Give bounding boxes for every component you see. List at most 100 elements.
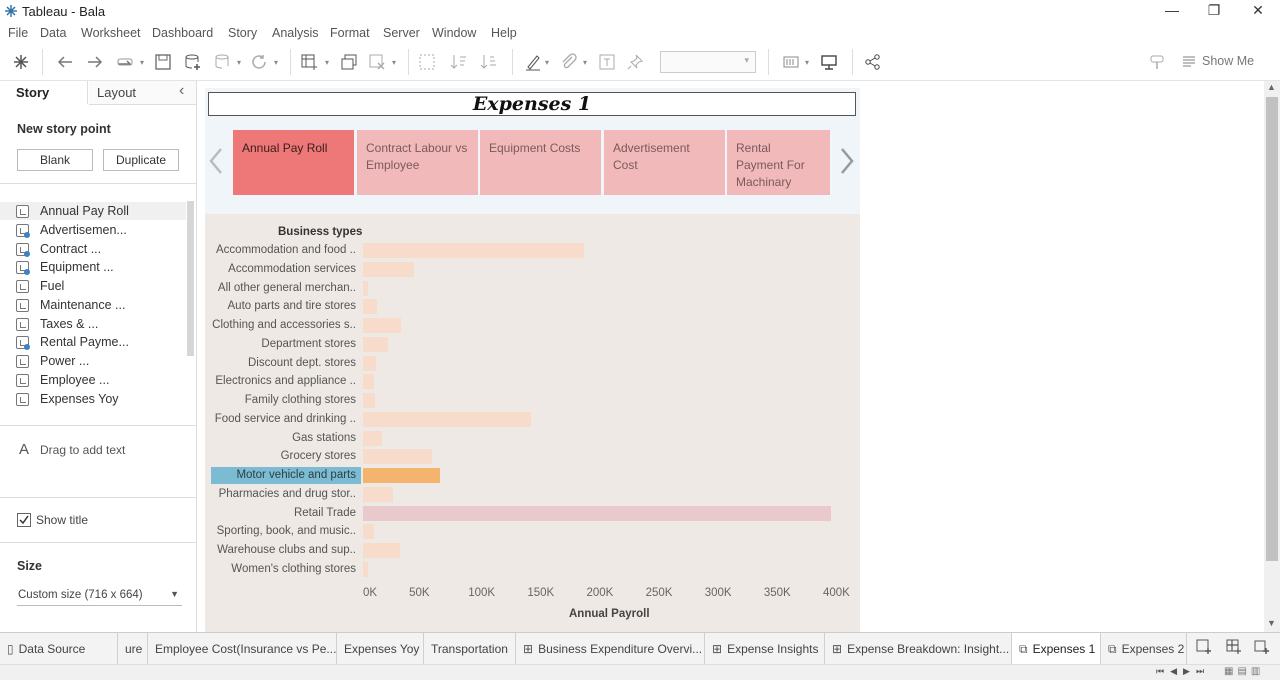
menu-server[interactable]: Server	[383, 26, 420, 40]
story-point-1[interactable]: Annual Pay Roll	[233, 130, 354, 195]
fit-dropdown[interactable]: ▾	[660, 51, 756, 73]
new-datasource-icon[interactable]	[184, 53, 202, 71]
sheet-tab[interactable]: Employee Cost(Insurance vs Pe...	[148, 633, 337, 665]
new-story-tab-icon[interactable]	[1254, 639, 1270, 655]
vertical-scrollbar[interactable]: ▲ ▼	[1264, 81, 1280, 632]
menu-worksheet[interactable]: Worksheet	[81, 26, 141, 40]
sheet-list-item[interactable]: Equipment ...	[16, 259, 186, 277]
swap-rows-cols-icon[interactable]	[418, 53, 436, 71]
bar[interactable]	[363, 243, 585, 258]
bar[interactable]	[363, 505, 832, 521]
undo-icon[interactable]	[56, 53, 74, 71]
share-icon[interactable]	[864, 53, 882, 71]
category-label[interactable]: Accommodation and food ..	[216, 244, 356, 256]
scrollbar-thumb[interactable]	[1266, 97, 1278, 561]
category-label[interactable]: Warehouse clubs and sup..	[217, 544, 356, 556]
minimize-button[interactable]: —	[1152, 1, 1192, 21]
sheet-list-item[interactable]: Advertisemen...	[16, 222, 186, 240]
bar[interactable]	[363, 393, 375, 408]
bar[interactable]	[363, 449, 432, 465]
category-label[interactable]: Pharmacies and drug stor..	[219, 488, 356, 500]
story-point-5[interactable]: Rental Payment For Machinary	[727, 130, 830, 195]
category-label[interactable]: Clothing and accessories s..	[212, 319, 356, 331]
category-label[interactable]: Department stores	[261, 338, 356, 350]
new-worksheet-icon[interactable]	[300, 53, 318, 71]
category-label[interactable]: Women's clothing stores	[231, 563, 356, 575]
category-label[interactable]: All other general merchan..	[218, 282, 356, 294]
menu-help[interactable]: Help	[491, 26, 517, 40]
bar[interactable]	[363, 543, 400, 558]
sheet-list-item[interactable]: Expenses Yoy	[16, 391, 186, 409]
sort-desc-icon[interactable]	[480, 53, 498, 71]
new-dashboard-tab-icon[interactable]	[1226, 639, 1242, 655]
save-icon[interactable]	[154, 53, 172, 71]
bar[interactable]	[363, 468, 440, 483]
sheet-tab[interactable]: Transportation	[424, 633, 516, 665]
category-label[interactable]: Grocery stores	[281, 450, 356, 462]
show-title-checkbox[interactable]	[17, 513, 31, 527]
bar[interactable]	[363, 299, 378, 315]
story-title[interactable]: Expenses 1	[208, 92, 856, 116]
view-mode-icons[interactable]: ▦▤▥	[1224, 666, 1264, 677]
sheet-list-item[interactable]: Power ...	[16, 353, 186, 371]
bar[interactable]	[363, 374, 374, 390]
bar[interactable]	[363, 411, 531, 427]
menu-analysis[interactable]: Analysis	[272, 26, 319, 40]
story-point-3[interactable]: Equipment Costs	[480, 130, 601, 195]
menu-window[interactable]: Window	[432, 26, 476, 40]
redo-icon[interactable]	[86, 53, 104, 71]
sheet-list-item[interactable]: Maintenance ...	[16, 297, 186, 315]
sheet-tab[interactable]: ▯ Data Source	[0, 633, 118, 665]
prev-story-point-icon[interactable]	[208, 146, 224, 176]
sheet-nav-icons[interactable]: ⏮◀▶⏭	[1156, 666, 1210, 677]
sheet-tab[interactable]: ⧉ Expenses 2	[1101, 633, 1187, 665]
duplicate-icon[interactable]	[340, 53, 358, 71]
category-label[interactable]: Family clothing stores	[245, 394, 356, 406]
presentation-icon[interactable]	[820, 53, 838, 71]
category-label[interactable]: Gas stations	[292, 432, 356, 444]
restore-button[interactable]: ❐	[1194, 1, 1234, 21]
new-worksheet-tab-icon[interactable]	[1196, 639, 1212, 655]
menu-format[interactable]: Format	[330, 26, 370, 40]
sheet-tab[interactable]: ⧉ Expenses 1	[1012, 633, 1101, 665]
duplicate-button[interactable]: Duplicate	[103, 149, 179, 171]
sheet-list-scrollbar[interactable]	[187, 201, 194, 356]
category-label[interactable]: Food service and drinking ..	[215, 413, 356, 425]
sheet-tab[interactable]: ure	[118, 633, 148, 665]
collapse-pane-icon[interactable]: ‹	[179, 82, 184, 100]
scroll-down-icon[interactable]: ▼	[1267, 618, 1276, 628]
sheet-tab[interactable]: ⊞ Expense Insights	[705, 633, 825, 665]
category-label[interactable]: Discount dept. stores	[248, 357, 356, 369]
sheet-tab[interactable]: ⊞ Expense Breakdown: Insight...	[825, 633, 1012, 665]
sheet-list-item[interactable]: Fuel	[16, 278, 186, 296]
bulb-icon[interactable]	[1148, 53, 1166, 71]
menu-file[interactable]: File	[8, 26, 28, 40]
sheet-tab[interactable]: Expenses Yoy	[337, 633, 424, 665]
sheet-list-item[interactable]: Contract ...	[16, 241, 186, 259]
bar[interactable]	[363, 280, 368, 296]
sheet-list-item[interactable]: Rental Payme...	[16, 334, 186, 352]
tableau-logo-icon[interactable]	[12, 53, 30, 71]
refresh-icon[interactable]	[250, 53, 268, 71]
highlight-icon[interactable]	[524, 53, 542, 71]
sheet-list-item[interactable]: Annual Pay Roll	[16, 203, 186, 221]
scroll-up-icon[interactable]: ▲	[1267, 82, 1276, 92]
sheet-list-item[interactable]: Employee ...	[16, 372, 186, 390]
clear-icon[interactable]	[368, 53, 386, 71]
close-button[interactable]: ✕	[1238, 1, 1278, 21]
label-icon[interactable]	[598, 53, 616, 71]
category-label[interactable]: Sporting, book, and music..	[217, 525, 356, 537]
tab-layout[interactable]: Layout ‹	[89, 81, 196, 105]
menu-data[interactable]: Data	[40, 26, 66, 40]
menu-dashboard[interactable]: Dashboard	[152, 26, 213, 40]
category-label[interactable]: Accommodation services	[228, 263, 356, 275]
category-label[interactable]: Motor vehicle and parts	[236, 469, 356, 481]
category-label[interactable]: Auto parts and tire stores	[228, 300, 356, 312]
sheet-tab[interactable]: ⊞ Business Expenditure Overvi...	[516, 633, 705, 665]
size-dropdown[interactable]: Custom size (716 x 664) ▼	[17, 586, 182, 606]
bar[interactable]	[363, 261, 414, 277]
story-point-2[interactable]: Contract Labour vs Employee	[357, 130, 478, 195]
pin-icon[interactable]	[626, 53, 644, 71]
bar[interactable]	[363, 430, 382, 446]
bar[interactable]	[363, 355, 376, 371]
